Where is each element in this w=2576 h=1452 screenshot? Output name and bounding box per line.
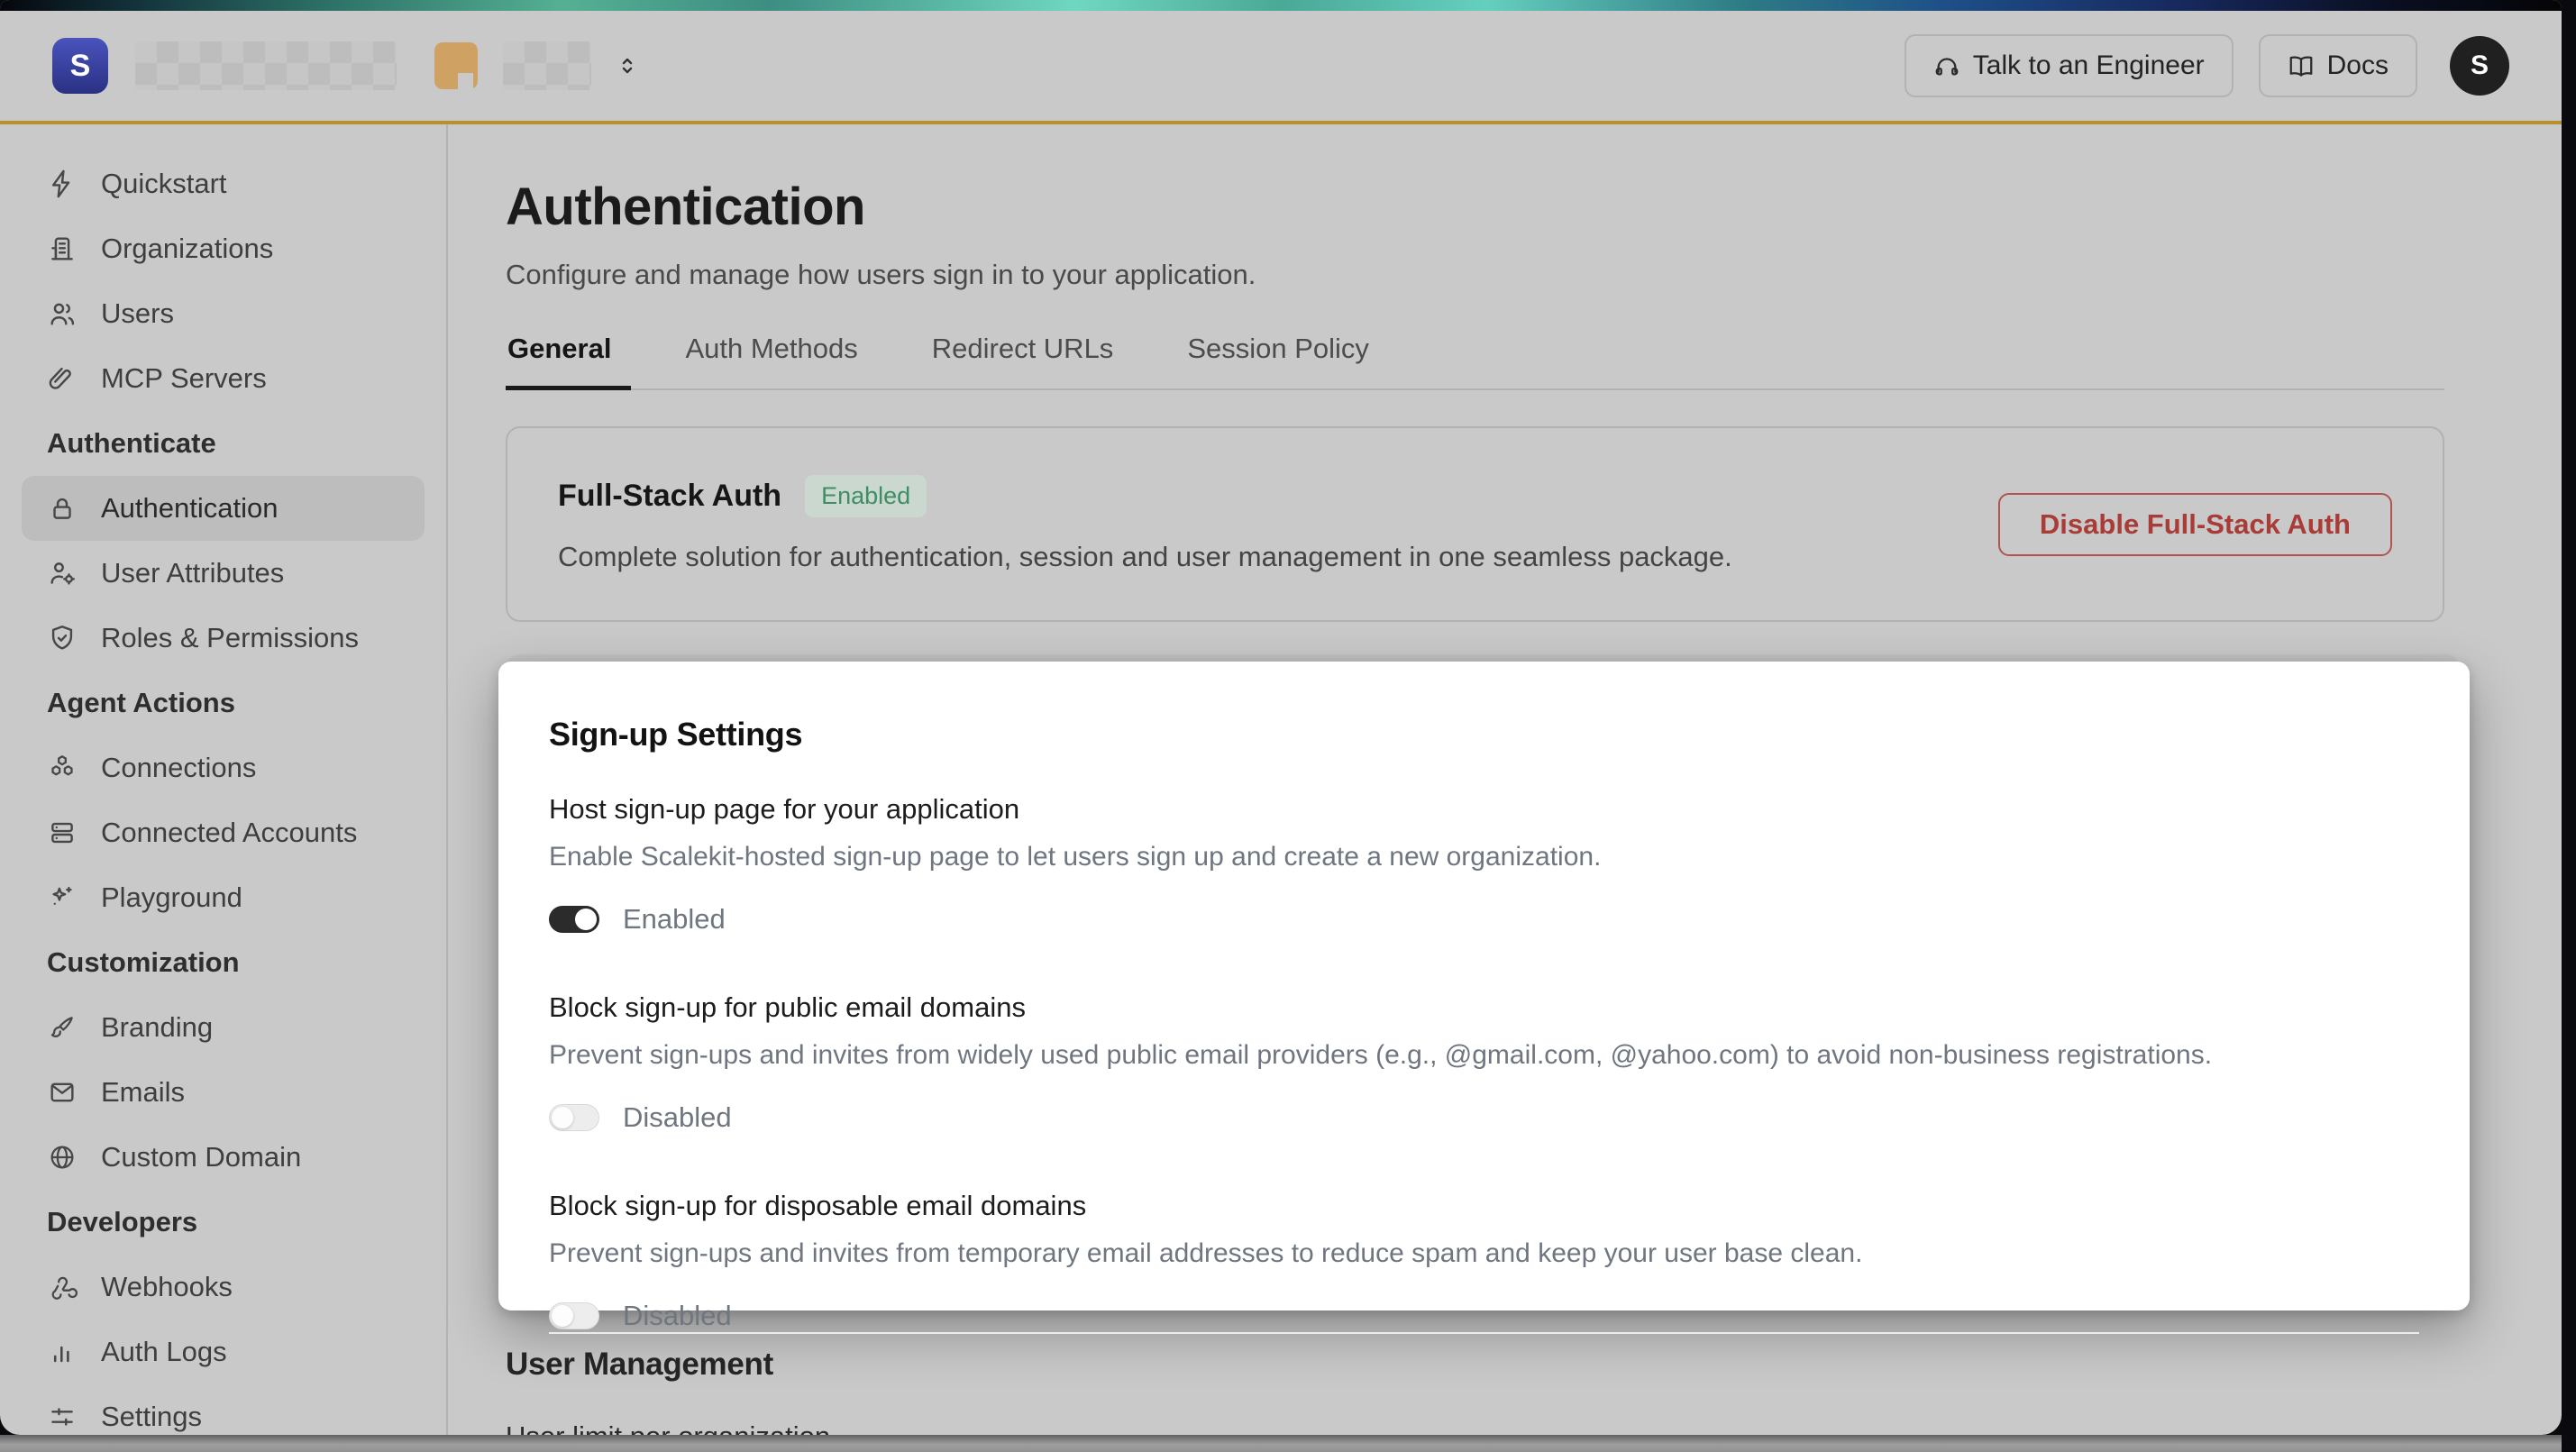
sidebar-item-authentication[interactable]: Authentication [22, 476, 425, 541]
lock-icon [47, 493, 78, 524]
sidebar-item-playground[interactable]: Playground [22, 865, 425, 930]
top-bar-actions: Talk to an Engineer Docs S [1905, 34, 2509, 97]
sidebar-item-connections[interactable]: Connections [22, 735, 425, 800]
fullstack-auth-info: Full-Stack Auth Enabled Complete solutio… [558, 475, 1732, 573]
sidebar-item-branding[interactable]: Branding [22, 995, 425, 1060]
project-icon-redacted [434, 42, 478, 89]
screen: S Talk to an Engineer [0, 0, 2576, 1452]
tab-bar: General Auth Methods Redirect URLs Sessi… [506, 333, 2444, 390]
shield-check-icon [47, 623, 78, 653]
bar-chart-icon [47, 1337, 78, 1367]
fullstack-auth-title: Full-Stack Auth [558, 479, 781, 514]
host-signup-toggle[interactable] [549, 906, 599, 933]
main-content: Authentication Configure and manage how … [448, 124, 2562, 1435]
fullstack-auth-description: Complete solution for authentication, se… [558, 541, 1732, 573]
block-disposable-email-toggle-label: Disabled [623, 1300, 732, 1332]
sidebar-item-auth-logs[interactable]: Auth Logs [22, 1320, 425, 1384]
paintbrush-icon [47, 1012, 78, 1043]
user-management-section: User Management User limit per organizat… [506, 1347, 2444, 1435]
sidebar-section-developers: Developers [22, 1190, 425, 1255]
top-bar: S Talk to an Engineer [0, 11, 2562, 121]
fullstack-auth-card: Full-Stack Auth Enabled Complete solutio… [506, 426, 2444, 622]
book-open-icon [2288, 52, 2315, 79]
cubes-icon [47, 753, 78, 783]
tab-redirect-urls[interactable]: Redirect URLs [900, 333, 1146, 388]
sidebar: Quickstart Organizations Users MCP Serve… [0, 124, 448, 1435]
signup-settings-title: Sign-up Settings [549, 716, 2419, 753]
setting-block-disposable-email: Block sign-up for disposable email domai… [549, 1190, 2419, 1332]
enabled-badge: Enabled [805, 475, 927, 517]
user-limit-title: User limit per organization [506, 1420, 2444, 1435]
chevrons-up-down-icon[interactable] [615, 53, 640, 78]
aurora-gradient-strip [0, 0, 2562, 11]
user-gear-icon [47, 558, 78, 589]
user-avatar[interactable]: S [2450, 36, 2509, 96]
sidebar-item-custom-domain[interactable]: Custom Domain [22, 1125, 425, 1190]
sidebar-item-mcp-servers[interactable]: MCP Servers [22, 346, 425, 411]
talk-to-engineer-label: Talk to an Engineer [1973, 50, 2205, 81]
talk-to-engineer-button[interactable]: Talk to an Engineer [1905, 34, 2233, 97]
setting-block-public-email: Block sign-up for public email domains P… [549, 991, 2419, 1134]
paperclip-icon [47, 363, 78, 394]
project-name-redacted [503, 41, 591, 90]
sidebar-item-roles-permissions[interactable]: Roles & Permissions [22, 606, 425, 671]
signup-settings-spotlight: Sign-up Settings Host sign-up page for y… [498, 662, 2470, 1310]
sidebar-section-customization: Customization [22, 930, 425, 995]
sparkles-icon [47, 882, 78, 913]
sidebar-section-agent-actions: Agent Actions [22, 671, 425, 735]
block-disposable-email-toggle[interactable] [549, 1302, 599, 1329]
users-icon [47, 298, 78, 329]
sidebar-item-webhooks[interactable]: Webhooks [22, 1255, 425, 1320]
block-public-email-toggle[interactable] [549, 1104, 599, 1131]
stacked-cards-icon [47, 817, 78, 848]
docs-button[interactable]: Docs [2259, 34, 2417, 97]
headphones-icon [1933, 52, 1960, 79]
building-icon [47, 233, 78, 264]
page-subtitle: Configure and manage how users sign in t… [506, 259, 2444, 291]
globe-icon [47, 1142, 78, 1173]
disable-fullstack-auth-button[interactable]: Disable Full-Stack Auth [1998, 493, 2392, 556]
page-title: Authentication [506, 177, 2444, 237]
signup-settings-card: Sign-up Settings Host sign-up page for y… [498, 662, 2470, 1310]
zap-icon [47, 169, 78, 199]
sidebar-item-quickstart[interactable]: Quickstart [22, 151, 425, 216]
tab-session-policy[interactable]: Session Policy [1155, 333, 1402, 388]
sidebar-item-users[interactable]: Users [22, 281, 425, 346]
sidebar-item-user-attributes[interactable]: User Attributes [22, 541, 425, 606]
desktop-background [0, 1435, 2562, 1452]
sidebar-item-settings[interactable]: Settings [22, 1384, 425, 1435]
sidebar-item-organizations[interactable]: Organizations [22, 216, 425, 281]
card-divider [549, 1332, 2419, 1334]
sidebar-item-connected-accounts[interactable]: Connected Accounts [22, 800, 425, 865]
block-public-email-toggle-label: Disabled [623, 1101, 732, 1134]
host-signup-toggle-label: Enabled [623, 903, 726, 936]
logo: S [52, 38, 108, 94]
sliders-icon [47, 1402, 78, 1432]
workspace-switcher[interactable]: S [52, 38, 640, 94]
workspace-name-redacted [135, 41, 397, 90]
sidebar-item-emails[interactable]: Emails [22, 1060, 425, 1125]
sidebar-section-authenticate: Authenticate [22, 411, 425, 476]
tab-auth-methods[interactable]: Auth Methods [653, 333, 890, 388]
mail-icon [47, 1077, 78, 1108]
webhook-icon [47, 1272, 78, 1302]
docs-label: Docs [2327, 50, 2389, 81]
tab-general[interactable]: General [506, 333, 644, 388]
setting-host-signup-page: Host sign-up page for your application E… [549, 793, 2419, 936]
app-window: S Talk to an Engineer [0, 0, 2562, 1435]
user-management-title: User Management [506, 1347, 2444, 1383]
